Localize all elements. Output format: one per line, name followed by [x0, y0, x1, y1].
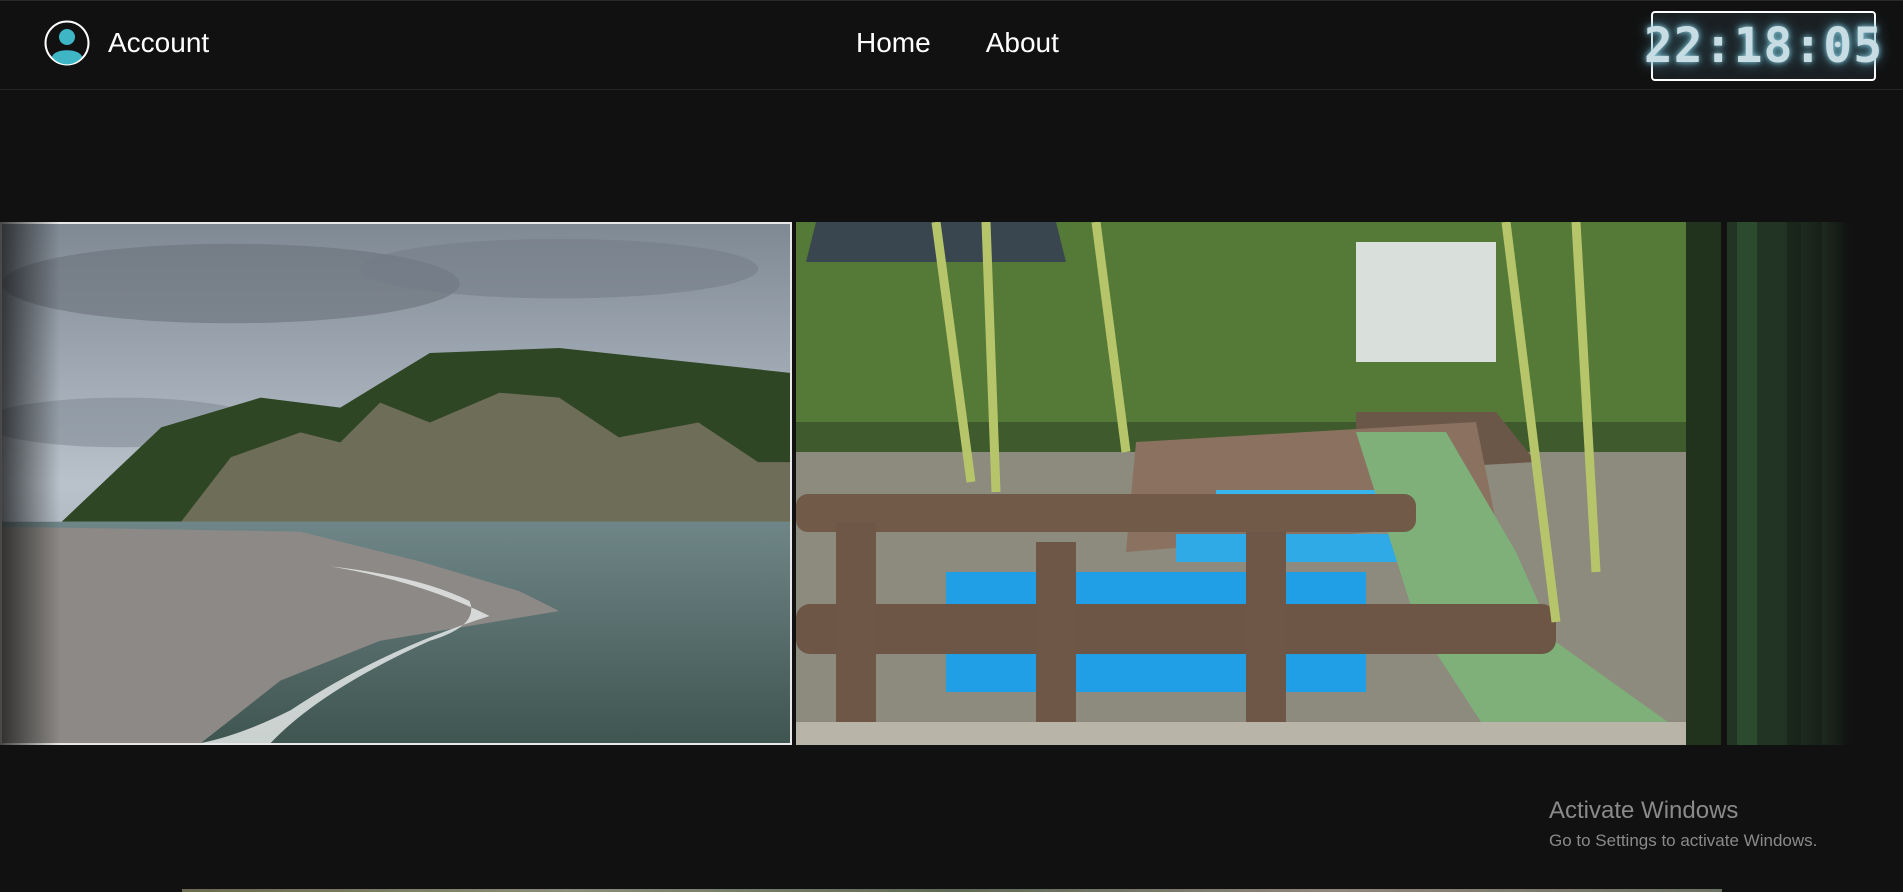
main-nav: Home About: [856, 27, 1059, 59]
nav-about-link[interactable]: About: [986, 27, 1059, 59]
account-link[interactable]: Account: [44, 20, 209, 66]
digital-clock: 22:18:05: [1644, 11, 1882, 81]
windows-activation-watermark: Activate Windows Go to Settings to activ…: [1549, 797, 1817, 851]
user-avatar-icon: [44, 20, 90, 66]
hot-springs-image: [796, 222, 1721, 745]
watermark-subtitle: Go to Settings to activate Windows.: [1549, 831, 1818, 850]
nav-home-link[interactable]: Home: [856, 27, 931, 59]
beach-image: [2, 224, 790, 743]
carousel-fade-left: [0, 222, 60, 745]
account-label: Account: [108, 27, 210, 58]
carousel-slide-beach[interactable]: [0, 222, 792, 745]
image-carousel: [0, 222, 1903, 745]
carousel-fade-right: [1780, 222, 1852, 745]
carousel-slide-hot-springs[interactable]: [796, 222, 1721, 745]
watermark-title: Activate Windows: [1549, 797, 1739, 824]
top-navbar: Account Home About 22:18:05: [0, 0, 1903, 90]
